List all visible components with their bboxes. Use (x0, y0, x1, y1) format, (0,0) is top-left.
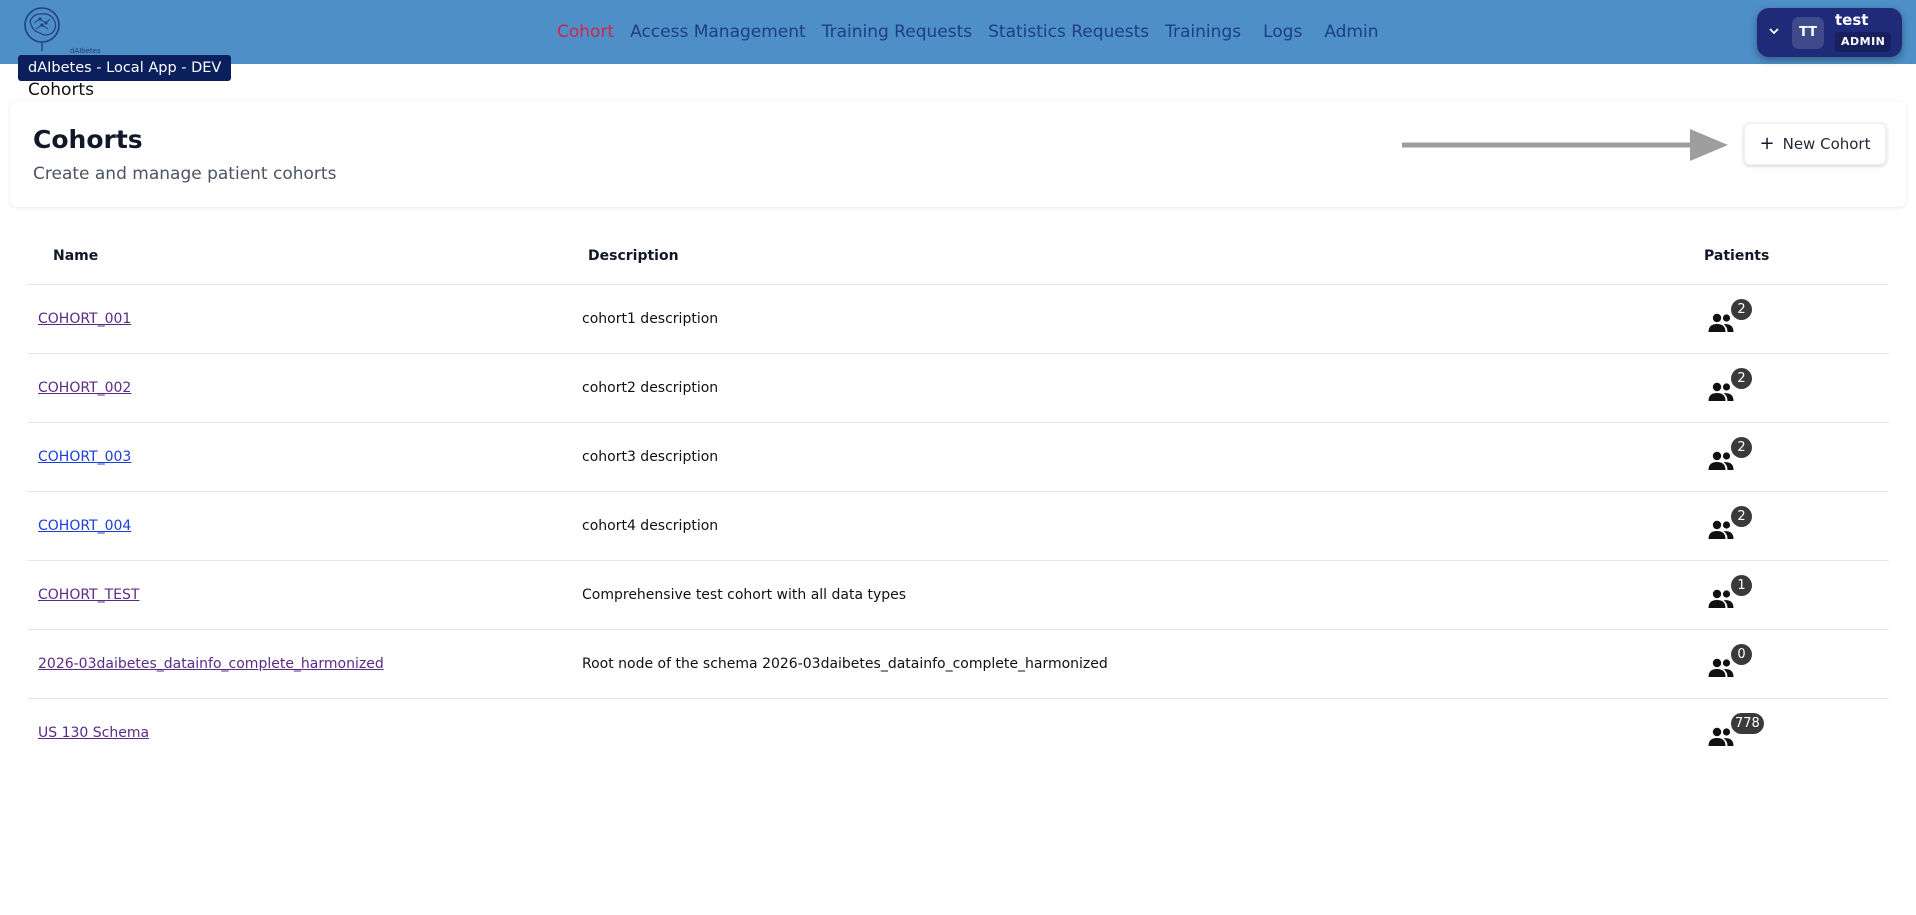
table-row: COHORT_001 cohort1 description 2 (28, 285, 1889, 354)
patient-count: 1 (1708, 575, 1768, 615)
breadcrumb: Cohorts (28, 80, 94, 100)
nav-item-statistics-requests[interactable]: Statistics Requests (988, 22, 1149, 42)
cohort-description: cohort4 description (582, 518, 719, 534)
cohort-name-link[interactable]: COHORT_002 (38, 380, 131, 396)
table-body: COHORT_001 cohort1 description 2 COHORT_… (28, 285, 1889, 767)
table-row: COHORT_002 cohort2 description 2 (28, 354, 1889, 423)
user-name: test (1835, 11, 1869, 29)
column-header-name[interactable]: Name (53, 248, 98, 264)
logo-text: dAIbetes (70, 47, 101, 55)
table-row: 2026-03daibetes_datainfo_complete_harmon… (28, 630, 1889, 699)
cohort-name-link[interactable]: COHORT_004 (38, 518, 131, 534)
patient-count: 2 (1708, 368, 1768, 408)
cohort-name-link[interactable]: 2026-03daibetes_datainfo_complete_harmon… (38, 656, 384, 672)
people-icon (1708, 451, 1734, 471)
patient-count-badge: 778 (1731, 713, 1764, 734)
nav-item-trainings[interactable]: Trainings (1165, 22, 1241, 42)
patient-count: 2 (1708, 299, 1768, 339)
patient-count-badge: 2 (1731, 368, 1752, 389)
nav-item-training-requests[interactable]: Training Requests (822, 22, 972, 42)
table-row: COHORT_TEST Comprehensive test cohort wi… (28, 561, 1889, 630)
people-icon (1708, 313, 1734, 333)
cohort-description: Comprehensive test cohort with all data … (582, 587, 907, 603)
top-navigation-bar: dAIbetes Cohort Access Management Traini… (0, 0, 1916, 64)
nav-item-access-management[interactable]: Access Management (630, 22, 806, 42)
cohort-description: cohort2 description (582, 380, 719, 396)
patient-count: 2 (1708, 506, 1768, 546)
cohorts-table: Name Description Patients COHORT_001 coh… (28, 224, 1889, 767)
people-icon (1708, 727, 1734, 747)
people-icon (1708, 658, 1734, 678)
chevron-down-icon[interactable] (1767, 23, 1781, 37)
arrow-right-icon (1400, 125, 1732, 165)
table-row: US 130 Schema 778 (28, 699, 1889, 767)
cohort-name-link[interactable]: US 130 Schema (38, 725, 149, 741)
table-header: Name Description Patients (28, 224, 1889, 285)
page-title: Cohorts (33, 125, 143, 154)
cohort-name-link[interactable]: COHORT_TEST (38, 587, 139, 603)
environment-badge: dAIbetes - Local App - DEV (18, 55, 232, 81)
patient-count-badge: 0 (1731, 644, 1752, 665)
cohort-description: Root node of the schema 2026-03daibetes_… (582, 656, 1108, 672)
people-icon (1708, 520, 1734, 540)
new-cohort-button[interactable]: + New Cohort (1744, 123, 1886, 165)
table-row: COHORT_004 cohort4 description 2 (28, 492, 1889, 561)
cohort-name-link[interactable]: COHORT_003 (38, 449, 131, 465)
patient-count-badge: 1 (1731, 575, 1752, 596)
main-nav: Cohort Access Management Training Reques… (557, 0, 1395, 64)
nav-item-cohort[interactable]: Cohort (557, 22, 614, 42)
user-menu[interactable]: TT test ADMIN (1757, 8, 1902, 57)
patient-count: 0 (1708, 644, 1768, 684)
new-cohort-label: New Cohort (1782, 135, 1871, 153)
nav-item-admin[interactable]: Admin (1324, 22, 1378, 42)
table-row: COHORT_003 cohort3 description 2 (28, 423, 1889, 492)
cohort-description: cohort1 description (582, 311, 719, 327)
avatar[interactable]: TT (1792, 17, 1824, 49)
page-header-card: Cohorts Create and manage patient cohort… (10, 101, 1906, 207)
people-icon (1708, 589, 1734, 609)
cohort-name-link[interactable]: COHORT_001 (38, 311, 131, 327)
people-icon (1708, 382, 1734, 402)
brain-logo-icon[interactable]: dAIbetes (20, 5, 101, 55)
patient-count-badge: 2 (1731, 299, 1752, 320)
nav-item-logs[interactable]: Logs (1263, 22, 1302, 42)
patient-count-badge: 2 (1731, 437, 1752, 458)
column-header-patients[interactable]: Patients (1704, 248, 1769, 264)
plus-icon: + (1759, 133, 1775, 154)
patient-count: 778 (1708, 713, 1768, 753)
user-role-badge: ADMIN (1835, 32, 1892, 52)
patient-count-badge: 2 (1731, 506, 1752, 527)
cohort-description: cohort3 description (582, 449, 719, 465)
patient-count: 2 (1708, 437, 1768, 477)
page-subtitle: Create and manage patient cohorts (33, 164, 337, 184)
column-header-description[interactable]: Description (588, 248, 679, 264)
